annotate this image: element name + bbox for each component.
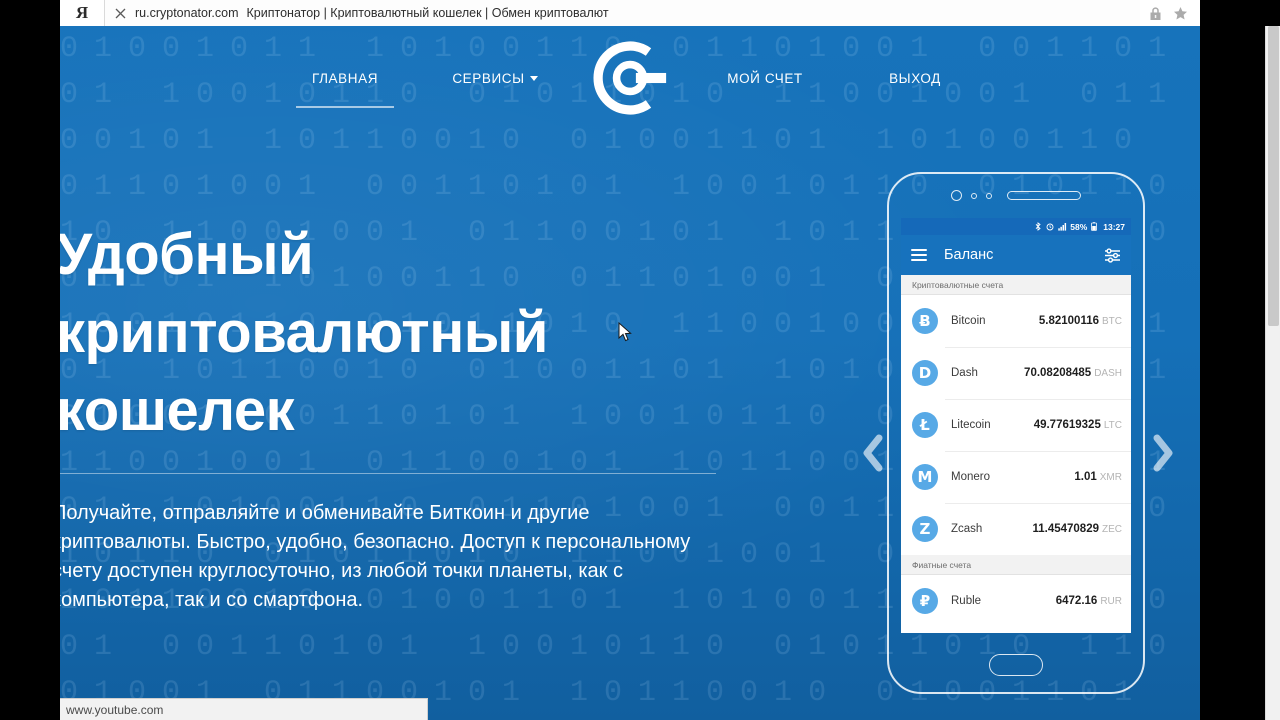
chevron-right-icon	[1153, 434, 1173, 472]
browser-tab[interactable]: ru.cryptonator.com Криптонатор | Криптов…	[104, 0, 1140, 26]
light-sensor-icon	[986, 192, 992, 199]
account-name: Dash	[951, 367, 978, 379]
list-item[interactable]: Z Zcash 11.45470829 ZEC	[901, 503, 1131, 555]
dash-icon: D	[912, 360, 938, 386]
account-name: Bitcoin	[951, 315, 986, 327]
phone-mockup: 58% 13:27 Баланс Криптовалютные счета Ƀ …	[887, 172, 1145, 694]
phone-screen: 58% 13:27 Баланс Криптовалютные счета Ƀ …	[901, 218, 1131, 633]
section-heading-crypto: Криптовалютные счета	[901, 275, 1131, 295]
chevron-left-icon	[863, 434, 883, 472]
tab-title: Криптонатор | Криптовалютный кошелек | О…	[246, 6, 609, 20]
account-ticker: ZEC	[1102, 523, 1122, 535]
hero-title-line-1: Удобный	[60, 222, 314, 287]
alarm-icon	[1046, 222, 1054, 231]
hero-title-line-2: криптовалютный	[60, 300, 548, 365]
star-icon[interactable]	[1173, 6, 1188, 21]
hamburger-icon[interactable]	[911, 249, 927, 261]
bluetooth-icon	[1034, 222, 1042, 231]
account-amount: 70.08208485	[1024, 367, 1092, 379]
account-name: Ruble	[951, 595, 982, 607]
proximity-sensor-icon	[971, 192, 977, 199]
nav-item-logout[interactable]: ВЫХОД	[885, 63, 945, 94]
account-amount: 49.77619325	[1033, 419, 1101, 431]
account-ticker: BTC	[1102, 315, 1122, 327]
battery-percent-label: 58%	[1070, 221, 1088, 232]
account-ticker: DASH	[1094, 367, 1122, 379]
list-item[interactable]: ₽ Ruble 6472.16 RUR	[901, 575, 1131, 627]
nav-slot-home: ГЛАВНАЯ	[270, 63, 420, 108]
hero-title-line-3: кошелек	[60, 378, 295, 443]
signal-icon	[1058, 222, 1067, 231]
account-amount: 5.82100116	[1038, 315, 1099, 327]
account-ticker: XMR	[1099, 471, 1122, 483]
cryptonator-logo-icon	[593, 41, 667, 115]
phone-app-bar: Баланс	[901, 235, 1131, 275]
nav-item-home[interactable]: ГЛАВНАЯ	[295, 63, 395, 108]
phone-status-bar: 58% 13:27	[901, 218, 1131, 235]
close-icon[interactable]	[105, 8, 135, 19]
list-item[interactable]: M Monero 1.01 XMR	[901, 451, 1131, 503]
chevron-down-icon	[529, 76, 538, 82]
nav-slot-services: СЕРВИСЫ	[420, 63, 570, 94]
sliders-icon[interactable]	[1104, 247, 1121, 263]
phone-app-title: Баланс	[944, 247, 994, 263]
hero-divider-top	[60, 473, 716, 474]
account-name: Litecoin	[951, 419, 991, 431]
account-name: Zcash	[951, 523, 983, 535]
tab-url: ru.cryptonator.com	[135, 6, 239, 20]
screen: Я ru.cryptonator.com Криптонатор | Крипт…	[0, 0, 1280, 720]
page-viewport: 01001011 10100110 01101001 00110101 1001…	[60, 26, 1200, 720]
front-camera-icon	[951, 190, 962, 201]
monero-icon: M	[912, 464, 938, 490]
carousel-next-button[interactable]	[1148, 431, 1178, 475]
carousel-prev-button[interactable]	[858, 431, 888, 475]
main-navigation: ГЛАВНАЯ СЕРВИСЫ МОЙ СЧЕТ ВЫХОД	[60, 26, 1200, 130]
logo-link[interactable]	[588, 36, 672, 120]
lock-icon[interactable]	[1148, 6, 1163, 21]
phone-home-button[interactable]	[989, 654, 1043, 676]
earpiece-speaker	[1007, 191, 1081, 200]
zcash-icon: Z	[912, 516, 938, 542]
account-amount: 6472.16	[1055, 595, 1098, 607]
bitcoin-icon: Ƀ	[912, 308, 938, 334]
account-ticker: LTC	[1103, 419, 1122, 431]
nav-slot-my-account: МОЙ СЧЕТ	[690, 63, 840, 94]
litecoin-icon: Ł	[912, 412, 938, 438]
scrollbar-thumb[interactable]	[1268, 26, 1279, 326]
account-ticker: RUR	[1100, 595, 1122, 607]
section-heading-fiat: Фиатные счета	[901, 555, 1131, 575]
nav-item-my-account[interactable]: МОЙ СЧЕТ	[723, 63, 807, 94]
account-name: Monero	[951, 471, 990, 483]
nav-slot-logout: ВЫХОД	[840, 63, 990, 94]
page-title: Удобный криптовалютный кошелек	[60, 216, 720, 450]
hero-section: 01001011 10100110 01101001 00110101 1001…	[60, 26, 1200, 720]
hero-paragraph: Получайте, отправляйте и обменивайте Бит…	[60, 502, 691, 611]
nav-item-services[interactable]: СЕРВИСЫ	[448, 63, 541, 94]
clock-label: 13:27	[1103, 221, 1125, 232]
browser-chrome: Я ru.cryptonator.com Криптонатор | Крипт…	[60, 0, 1200, 26]
list-item[interactable]: Ƀ Bitcoin 5.82100116 BTC	[901, 295, 1131, 347]
phone-notch	[889, 190, 1143, 201]
list-item[interactable]: Ł Litecoin 49.77619325 LTC	[901, 399, 1131, 451]
account-amount: 11.45470829	[1032, 523, 1099, 535]
account-amount: 1.01	[1074, 471, 1097, 483]
list-item[interactable]: D Dash 70.08208485 DASH	[901, 347, 1131, 399]
browser-chrome-actions	[1140, 6, 1200, 21]
nav-slot-logo	[570, 36, 690, 120]
ruble-icon: ₽	[912, 588, 938, 614]
status-bar-link-preview: www.youtube.com	[60, 698, 428, 720]
page-scrollbar[interactable]	[1265, 26, 1280, 720]
yandex-logo-icon: Я	[75, 3, 89, 22]
nav-item-services-label: СЕРВИСЫ	[452, 70, 525, 86]
hero-copy: Удобный криптовалютный кошелек Получайте…	[60, 216, 720, 611]
battery-icon	[1091, 222, 1099, 231]
